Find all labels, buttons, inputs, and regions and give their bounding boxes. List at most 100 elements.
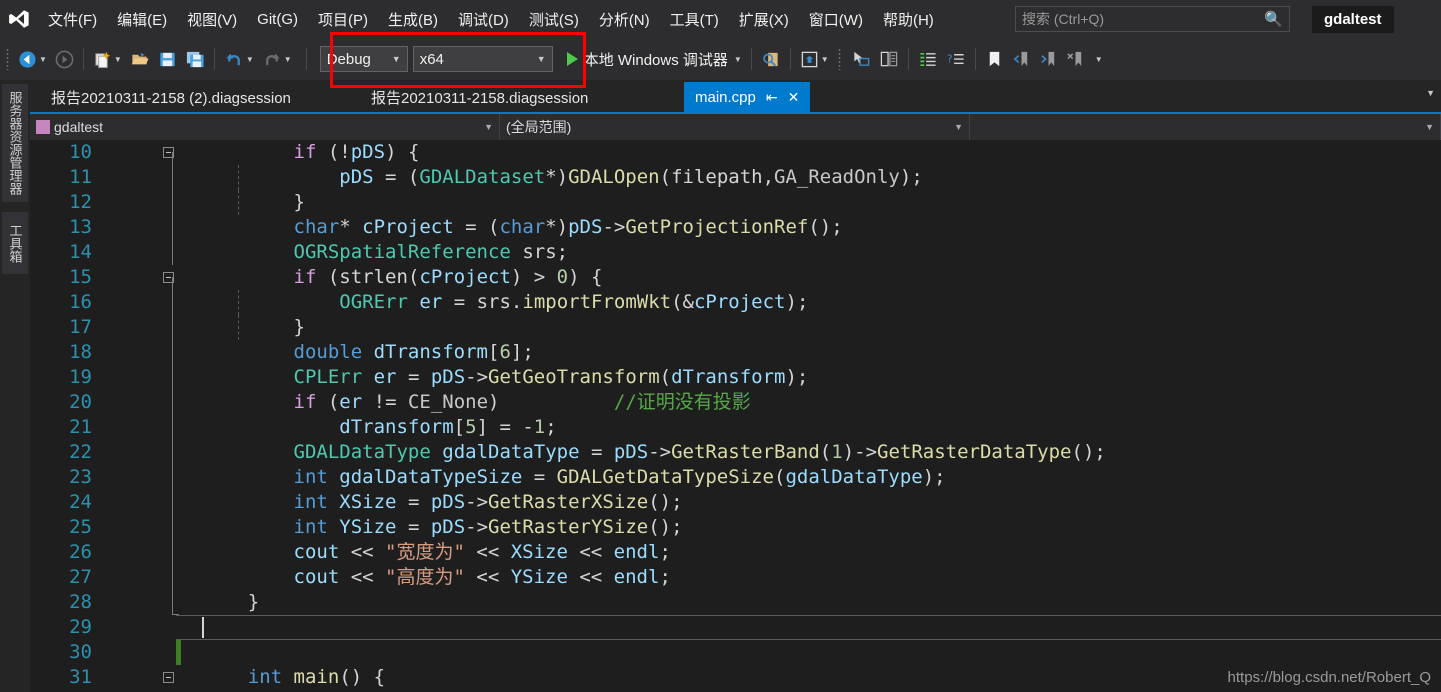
open-file-button[interactable]: [126, 38, 154, 80]
next-bookmark-button[interactable]: [1035, 38, 1062, 80]
close-icon[interactable]: ✕: [788, 89, 800, 106]
navigate-forward-button[interactable]: [51, 38, 78, 80]
toolbar-separator: [82, 48, 84, 70]
search-input[interactable]: 搜索 (Ctrl+Q) 🔍: [1015, 6, 1290, 32]
solution-platform-dropdown[interactable]: x64 ▼: [412, 46, 553, 72]
code-line[interactable]: 11 pDS = (GDALDataset*)GDALOpen(filepath…: [30, 165, 1441, 190]
menu-items: 文件(F) 编辑(E) 视图(V) Git(G) 项目(P) 生成(B) 调试(D) 测试(S…: [38, 0, 944, 38]
clear-bookmarks-button[interactable]: [1062, 38, 1089, 80]
menu-item-12[interactable]: 帮助(H): [873, 0, 944, 38]
code-line[interactable]: 13 char* cProject = (char*)pDS->GetProje…: [30, 215, 1441, 240]
project-badge[interactable]: gdaltest: [1312, 6, 1394, 33]
menu-item-11[interactable]: 窗口(W): [799, 0, 873, 38]
sidebar-tab-server-explorer[interactable]: 服务器资源管理器: [2, 84, 28, 202]
redo-button[interactable]: ▼: [258, 38, 296, 80]
code-line[interactable]: 29: [30, 615, 1441, 640]
undo-button[interactable]: ▼: [220, 38, 258, 80]
code-text: }: [202, 191, 305, 213]
toolbar-overflow-icon[interactable]: ▼: [1095, 55, 1103, 64]
menu-item-label: 编辑(E): [117, 11, 168, 29]
pin-icon[interactable]: ⇤: [766, 89, 778, 106]
menu-item-8[interactable]: 分析(N): [589, 0, 660, 38]
document-tab-diagsession-2[interactable]: 报告20210311-2158 (2).diagsession: [40, 82, 302, 112]
code-line[interactable]: 28 }: [30, 590, 1441, 615]
code-line[interactable]: 14 OGRSpatialReference srs;: [30, 240, 1441, 265]
navigate-back-button[interactable]: ▼: [14, 38, 51, 80]
quick-actions-button[interactable]: ?: [942, 38, 970, 80]
code-line[interactable]: 26 cout << "宽度为" << XSize << endl;: [30, 540, 1441, 565]
menu-item-5[interactable]: 生成(B): [378, 0, 448, 38]
code-line[interactable]: 15 if (strlen(cProject) > 0) {: [30, 265, 1441, 290]
window-layout-button[interactable]: ▼: [796, 38, 833, 80]
menu-item-9[interactable]: 工具(T): [660, 0, 729, 38]
code-text: }: [202, 591, 260, 613]
indent-button[interactable]: [914, 38, 942, 80]
navbar-project-dropdown[interactable]: gdaltest ▼: [30, 114, 500, 140]
document-tab-main-cpp[interactable]: main.cpp ⇤ ✕: [684, 82, 811, 112]
toolbar-grip[interactable]: [0, 38, 14, 80]
chevron-down-icon[interactable]: ▼: [484, 122, 493, 132]
fold-collapse-icon[interactable]: [160, 265, 176, 290]
new-item-button[interactable]: ▼: [89, 38, 126, 80]
chevron-down-icon[interactable]: ▼: [734, 55, 742, 64]
menu-item-1[interactable]: 编辑(E): [107, 0, 177, 38]
toolbar-overflow-button[interactable]: ▼: [1089, 38, 1107, 80]
code-line[interactable]: 24 int XSize = pDS->GetRasterXSize();: [30, 490, 1441, 515]
code-line[interactable]: 27 cout << "高度为" << YSize << endl;: [30, 565, 1441, 590]
menu-item-0[interactable]: 文件(F): [38, 0, 107, 38]
chevron-down-icon[interactable]: ▼: [954, 122, 963, 132]
chevron-down-icon[interactable]: ▼: [114, 55, 122, 64]
code-line[interactable]: 22 GDALDataType gdalDataType = pDS->GetR…: [30, 440, 1441, 465]
chevron-down-icon[interactable]: ▼: [1425, 122, 1434, 132]
navbar-member-dropdown[interactable]: ▼: [970, 114, 1441, 140]
previous-bookmark-button[interactable]: [1008, 38, 1035, 80]
current-line-highlight: [176, 615, 1441, 640]
menu-item-3[interactable]: Git(G): [247, 0, 308, 38]
code-line[interactable]: 17 }: [30, 315, 1441, 340]
code-text: }: [202, 316, 305, 338]
window-layout-icon: [801, 51, 818, 67]
toolbar-grip[interactable]: [833, 38, 847, 80]
find-in-files-button[interactable]: [757, 38, 785, 80]
menu-item-10[interactable]: 扩展(X): [729, 0, 799, 38]
chevron-down-icon[interactable]: ▼: [246, 55, 254, 64]
code-line[interactable]: 16 OGRErr er = srs.importFromWkt(&cProje…: [30, 290, 1441, 315]
pointer-select-button[interactable]: [847, 38, 875, 80]
chevron-down-icon[interactable]: ▼: [537, 54, 546, 64]
code-line[interactable]: 20 if (er != CE_None) //证明没有投影: [30, 390, 1441, 415]
code-line[interactable]: 12 }: [30, 190, 1441, 215]
compare-files-button[interactable]: [875, 38, 903, 80]
fold-collapse-icon[interactable]: [160, 665, 176, 690]
menu-item-6[interactable]: 调试(D): [448, 0, 519, 38]
start-debugging-button[interactable]: 本地 Windows 调试器 ▼: [563, 38, 746, 80]
chevron-down-icon[interactable]: ▼: [392, 54, 401, 64]
menu-item-2[interactable]: 视图(V): [177, 0, 247, 38]
code-line[interactable]: 10 if (!pDS) {: [30, 140, 1441, 165]
code-line[interactable]: 18 double dTransform[6];: [30, 340, 1441, 365]
navbar-scope-dropdown[interactable]: (全局范围) ▼: [500, 114, 970, 140]
code-line[interactable]: 19 CPLErr er = pDS->GetGeoTransform(dTra…: [30, 365, 1441, 390]
code-line[interactable]: 25 int YSize = pDS->GetRasterYSize();: [30, 515, 1441, 540]
code-line[interactable]: 30: [30, 640, 1441, 665]
menu-item-4[interactable]: 项目(P): [308, 0, 378, 38]
chevron-down-icon[interactable]: ▼: [39, 55, 47, 64]
navbar-project-label: gdaltest: [54, 119, 104, 135]
save-all-button[interactable]: [181, 38, 209, 80]
menu-item-7[interactable]: 测试(S): [519, 0, 589, 38]
solution-configuration-dropdown[interactable]: Debug ▼: [319, 46, 408, 72]
code-editor[interactable]: 10 if (!pDS) {11 pDS = (GDALDataset*)GDA…: [30, 140, 1441, 692]
fold-collapse-icon[interactable]: [160, 140, 176, 165]
chevron-down-icon[interactable]: ▼: [821, 55, 829, 64]
code-line[interactable]: 21 dTransform[5] = -1;: [30, 415, 1441, 440]
search-icon[interactable]: 🔍: [1264, 10, 1283, 28]
chevron-down-icon[interactable]: ▼: [284, 55, 292, 64]
document-tab-diagsession[interactable]: 报告20210311-2158.diagsession: [360, 82, 600, 112]
code-text: GDALDataType gdalDataType = pDS->GetRast…: [293, 441, 1106, 463]
previous-bookmark-icon: [1013, 51, 1027, 66]
toggle-bookmark-button[interactable]: [981, 38, 1008, 80]
code-line[interactable]: 23 int gdalDataTypeSize = GDALGetDataTyp…: [30, 465, 1441, 490]
sidebar-tab-toolbox[interactable]: 工具箱: [2, 212, 28, 274]
save-button[interactable]: [154, 38, 181, 80]
tab-overflow-chevron-down-icon[interactable]: ▼: [1426, 88, 1435, 98]
visual-studio-window: 文件(F) 编辑(E) 视图(V) Git(G) 项目(P) 生成(B) 调试(D) 测试(S…: [0, 0, 1441, 692]
